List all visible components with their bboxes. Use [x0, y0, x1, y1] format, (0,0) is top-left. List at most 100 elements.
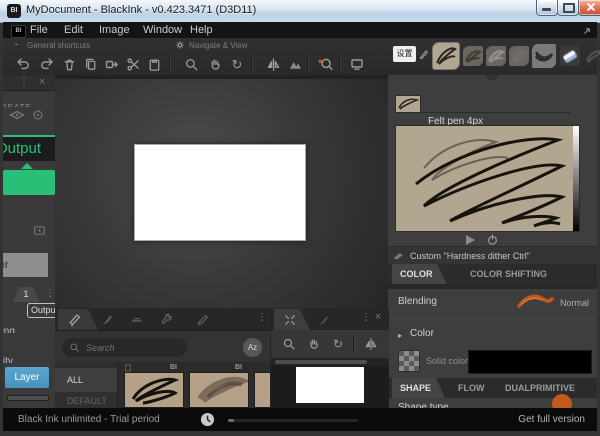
tab-color[interactable]: COLOR: [392, 264, 447, 284]
nav-flip-button[interactable]: [361, 334, 381, 354]
brush-mini-thumbnail[interactable]: [395, 95, 421, 113]
output-node-title[interactable]: Output: [3, 137, 55, 161]
close-button[interactable]: [578, 0, 600, 16]
sort-az-button[interactable]: Az: [243, 338, 262, 357]
node-generator-icon[interactable]: [31, 109, 45, 121]
brush-thumbnail-2[interactable]: [189, 372, 249, 408]
collapse-arrow-icon[interactable]: [581, 25, 593, 37]
shape-type-swatch[interactable]: [552, 394, 572, 408]
output-node-body[interactable]: [3, 170, 55, 195]
layers-tab-1[interactable]: 1: [13, 287, 39, 302]
blending-value[interactable]: Normal: [560, 298, 589, 308]
merge-button[interactable]: [102, 54, 122, 74]
tab-color-shifting[interactable]: COLOR SHIFTING: [470, 264, 547, 284]
rotate-view-button[interactable]: ↻: [227, 54, 247, 74]
brush-preset-5[interactable]: [532, 44, 556, 68]
node-eye-icon[interactable]: [9, 109, 25, 121]
menu-window[interactable]: Window: [143, 24, 182, 36]
category-default[interactable]: DEFAULT: [55, 396, 107, 406]
maximize-button[interactable]: [557, 0, 579, 16]
nav-zoom-button[interactable]: [279, 334, 299, 354]
layer-output-dropdown[interactable]: Output: [27, 303, 55, 318]
library-tab-5[interactable]: [193, 310, 213, 330]
panel-close-icon[interactable]: ×: [39, 77, 45, 88]
paste-button[interactable]: [144, 54, 164, 74]
solid-color-swatch[interactable]: [468, 350, 592, 374]
panel-menu-icon[interactable]: ⋮: [19, 77, 29, 87]
brush-thumbnail-3-partial[interactable]: [254, 372, 270, 408]
library-tab-4[interactable]: [157, 310, 177, 330]
menu-image[interactable]: Image: [99, 24, 130, 36]
document-canvas[interactable]: [134, 144, 306, 241]
pencil-icon: [196, 313, 210, 327]
search-bar[interactable]: [62, 338, 187, 357]
navigator-tab-2[interactable]: [313, 310, 333, 330]
blending-mode-icon[interactable]: [516, 291, 554, 311]
zoom-tool-button[interactable]: [181, 54, 201, 74]
layers-scroll-handle[interactable]: [7, 395, 49, 401]
minimize-button[interactable]: [536, 0, 558, 16]
flip-view-button[interactable]: [263, 54, 283, 74]
brush-edit-icon[interactable]: [418, 47, 430, 61]
delete-button[interactable]: [59, 54, 79, 74]
color-section-label[interactable]: Color: [410, 328, 434, 339]
navigator-menu-icon[interactable]: ⋮: [361, 313, 371, 323]
library-tab-3[interactable]: [127, 310, 147, 330]
preview-play-button[interactable]: [466, 235, 475, 245]
category-all[interactable]: ALL: [55, 368, 117, 392]
menu-help[interactable]: Help: [190, 24, 213, 36]
preview-power-button[interactable]: [486, 233, 499, 246]
eraser-preset[interactable]: [560, 46, 580, 66]
brush-preset-4[interactable]: [509, 46, 529, 66]
navigator-scrollbar[interactable]: [271, 358, 389, 366]
navigator-canvas-thumbnail[interactable]: [296, 367, 364, 403]
navigator-preview[interactable]: [271, 366, 389, 408]
navigator-close-icon[interactable]: ×: [375, 312, 381, 323]
search-input[interactable]: [84, 342, 178, 354]
brush-preset-3[interactable]: [486, 46, 506, 66]
library-menu-icon[interactable]: ⋮: [257, 313, 267, 323]
trial-progress-fill: [228, 419, 234, 422]
nav-pan-button[interactable]: [304, 334, 324, 354]
panel-collapse-notch[interactable]: [484, 75, 500, 80]
brush-preset-7[interactable]: [584, 46, 600, 66]
canvas-area[interactable]: [55, 75, 388, 308]
redo-button[interactable]: [37, 54, 57, 74]
brush-thumbnail-1[interactable]: [124, 372, 184, 408]
view-mode-button[interactable]: [285, 54, 305, 74]
cut-button[interactable]: [123, 54, 143, 74]
pan-tool-button[interactable]: [205, 54, 225, 74]
app-menu-icon[interactable]: BI: [11, 25, 26, 38]
layer-opacity-label: Opacity: [3, 351, 55, 363]
color-section-caret-icon[interactable]: ▸: [398, 331, 402, 340]
snapshot-icon[interactable]: [33, 225, 46, 236]
main-toolbar: General shortcuts Navigate & View ↻: [3, 38, 388, 76]
reset-zoom-button[interactable]: [315, 54, 335, 74]
trash-icon: [62, 57, 77, 72]
custom-controller-bar[interactable]: Custom "Hardness dither Ctrl": [388, 246, 597, 266]
color-mode-checker-icon[interactable]: [398, 350, 420, 372]
library-tab-2[interactable]: [97, 310, 117, 330]
title-bar[interactable]: BI MyDocument - BlackInk - v0.423.3471 (…: [0, 0, 600, 23]
get-full-version-link[interactable]: Get full version: [518, 414, 585, 425]
brush-preset-2[interactable]: [463, 46, 483, 66]
brush-settings-button[interactable]: 设置: [393, 46, 416, 62]
layer-button[interactable]: Layer: [5, 367, 49, 388]
duplicate-button[interactable]: [80, 54, 100, 74]
node-panel-tab[interactable]: ⋮ ×: [3, 75, 55, 91]
library-tab-brushes[interactable]: [58, 309, 98, 330]
fullscreen-button[interactable]: [347, 54, 367, 74]
undo-button[interactable]: [13, 54, 33, 74]
brush-stroke-preview[interactable]: ‹: [395, 125, 580, 232]
brush-preset-selected[interactable]: [433, 43, 459, 69]
scrollbar-handle[interactable]: [275, 360, 367, 364]
navigator-tab[interactable]: [274, 309, 310, 330]
layer-node[interactable]: Layer: [3, 253, 48, 277]
tab-shape[interactable]: SHAPE: [392, 378, 445, 398]
menu-file[interactable]: File: [30, 24, 48, 36]
preview-handle-icon[interactable]: ‹: [569, 172, 572, 181]
nav-rotate-button[interactable]: ↻: [328, 334, 348, 354]
tab-flow[interactable]: FLOW: [458, 378, 485, 398]
layers-menu-icon[interactable]: ⋮: [45, 289, 55, 299]
menu-edit[interactable]: Edit: [64, 24, 83, 36]
